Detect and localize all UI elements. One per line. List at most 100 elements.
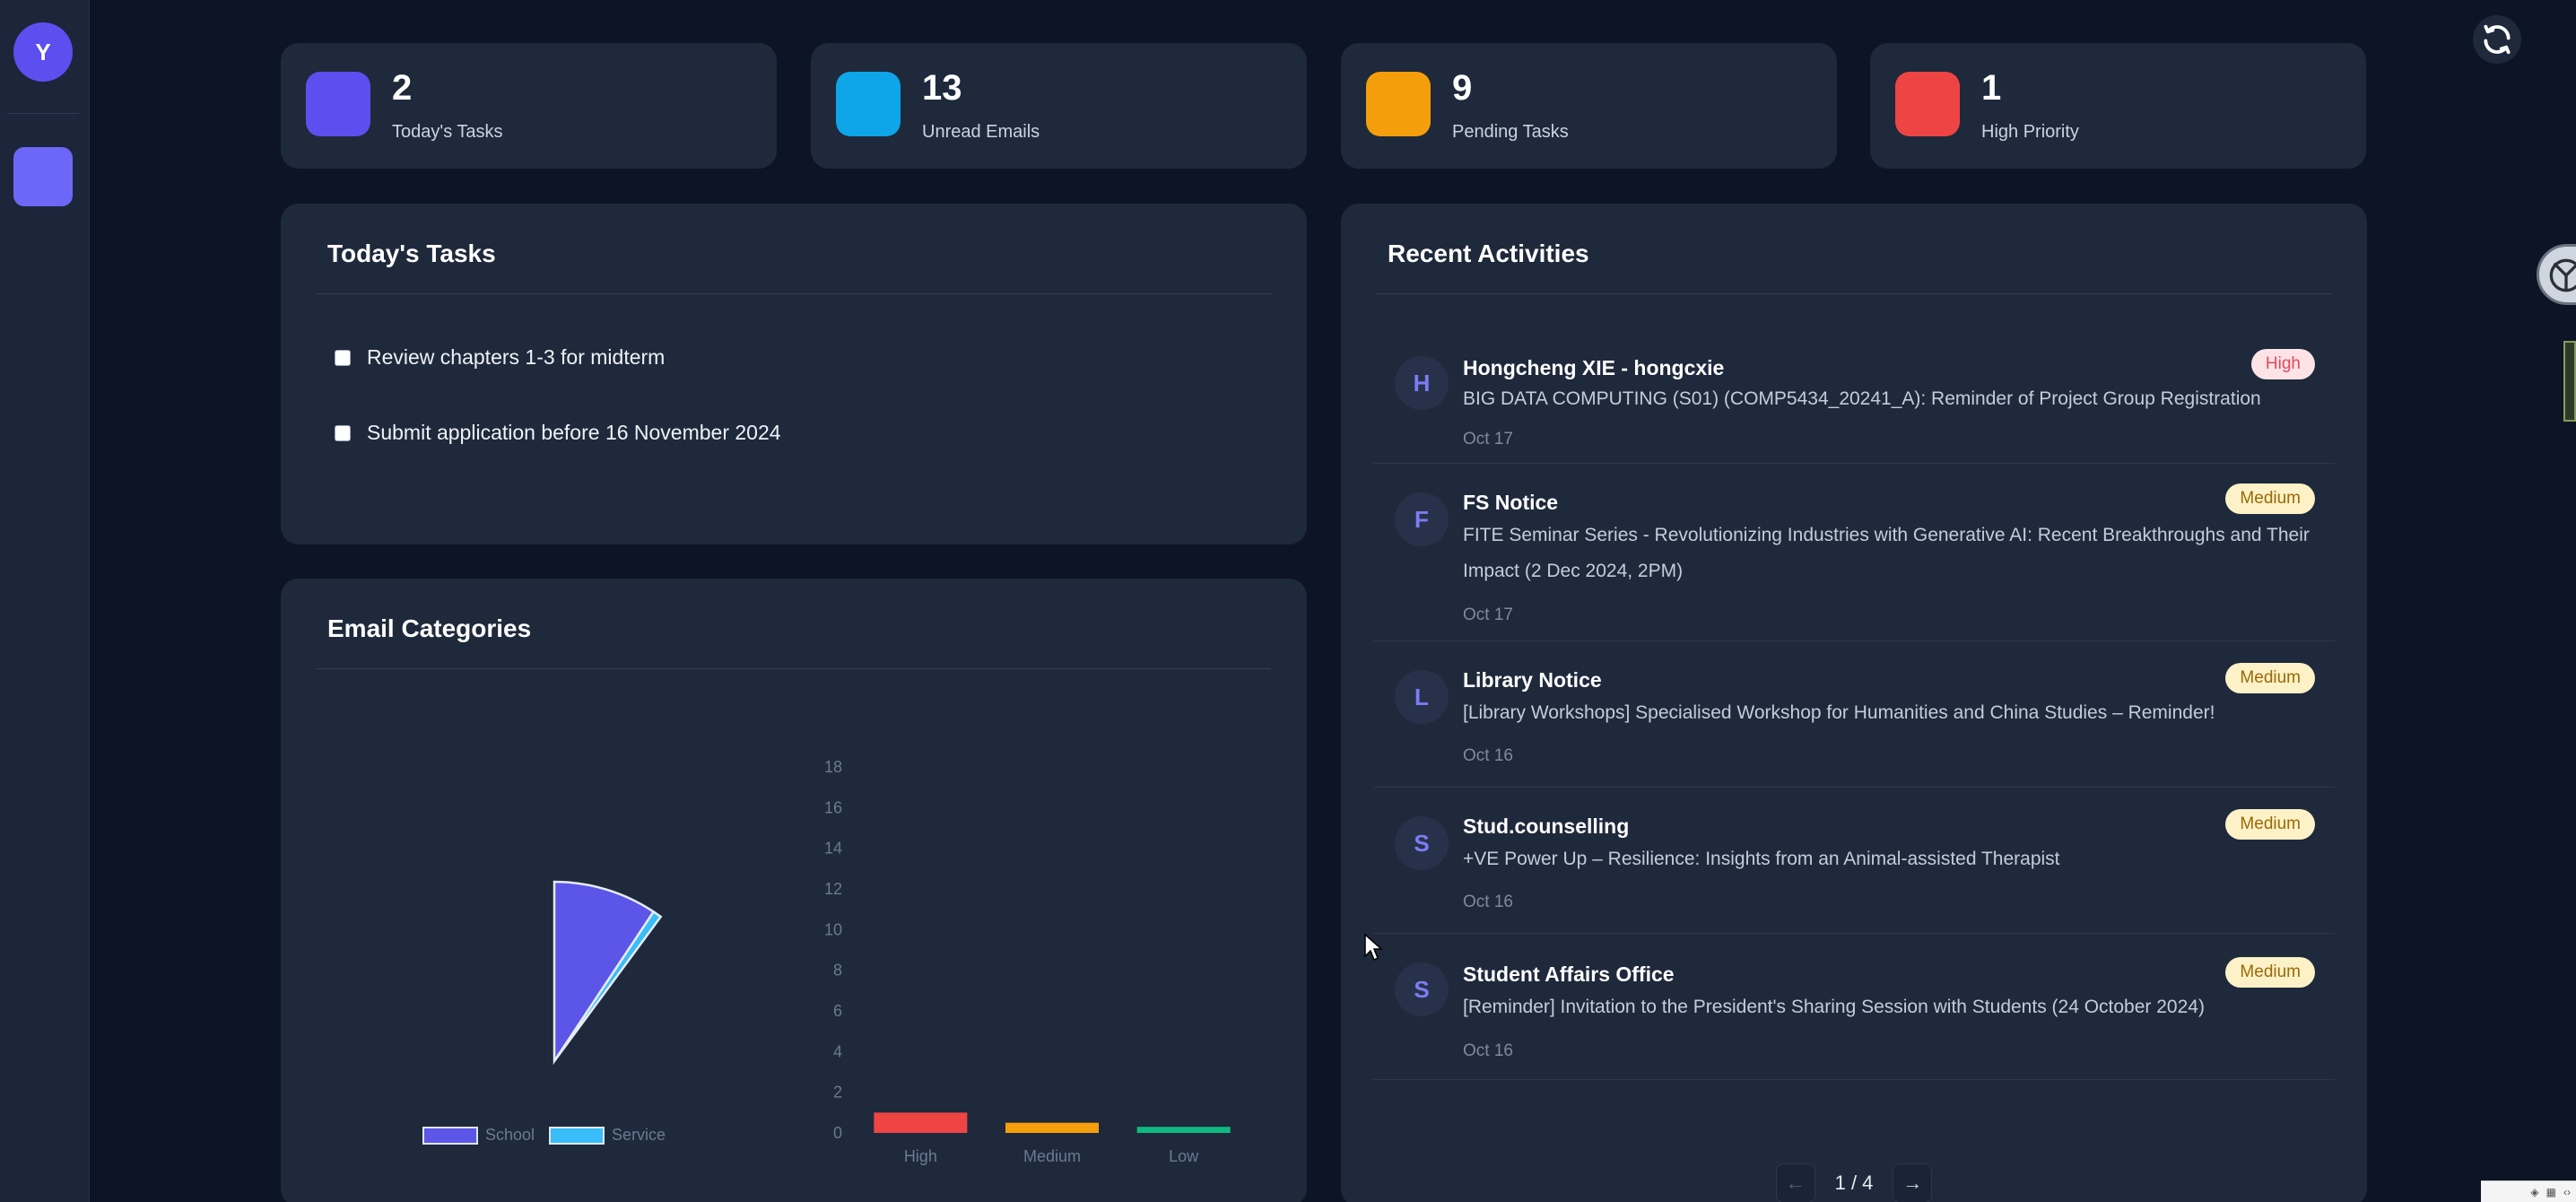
user-avatar[interactable]: Y [13,22,73,82]
priority-bar-chart: 0 2 4 6 8 10 12 14 16 18 High Medium Low [824,758,1231,1165]
divider [317,293,1271,294]
task-checkbox[interactable] [335,424,351,441]
bar-medium[interactable] [1005,1122,1099,1133]
tasks-icon [306,72,370,136]
tray-app-icon[interactable]: ◈ [2530,1186,2538,1198]
priority-icon [1895,72,1960,136]
stat-label: Pending Tasks [1452,122,1569,142]
page-indicator: 1 / 4 [1834,1172,1874,1194]
email-subject: FITE Seminar Series - Revolutionizing In… [1463,525,2310,581]
x-tick-label: High [904,1147,937,1165]
activity-item[interactable]: S Student Affairs Office [Reminder] Invi… [1373,934,2335,1080]
prev-page-button[interactable]: ← [1775,1163,1815,1202]
sender-name: FS Notice [1463,491,1559,514]
browser-extension-widget[interactable] [2537,244,2576,305]
activity-item[interactable]: L Library Notice [Library Workshops] Spe… [1373,641,2335,788]
sender-avatar: F [1395,492,1449,546]
pie-slice-school[interactable] [553,880,656,1066]
side-panel-handle[interactable] [2563,341,2576,422]
bar-high[interactable] [874,1112,968,1133]
legend-swatch-service[interactable] [549,1126,605,1145]
y-tick-label: 0 [833,1124,842,1142]
y-tick-label: 6 [833,1002,842,1020]
stat-value: 2 [392,68,413,108]
task-item: Submit application before 16 November 20… [335,421,781,445]
email-categories-card: Email Categories School Service 0 2 4 6 8 10 1… [281,579,1307,1202]
pie-legend: School Service [422,1126,666,1145]
card-title: Email Categories [327,614,532,642]
stat-value: 1 [1981,68,2002,108]
sender-avatar: S [1395,962,1449,1016]
legend-label-service[interactable]: Service [612,1126,666,1145]
x-tick-label: Low [1169,1147,1199,1165]
card-title: Recent Activities [1388,240,1589,267]
priority-badge: Medium [2225,809,2315,840]
sidebar-item-dashboard[interactable] [13,147,73,206]
task-label: Review chapters 1-3 for midterm [367,345,666,369]
stat-card-pending-tasks[interactable]: 9 Pending Tasks [1341,43,1837,169]
stat-label: Today's Tasks [392,122,503,142]
email-date: Oct 16 [1463,893,1513,911]
extension-logo-icon [2549,258,2576,292]
email-date: Oct 17 [1463,605,1513,624]
email-subject: BIG DATA COMPUTING (S01) (COMP5434_20241… [1463,388,2261,409]
next-page-button[interactable]: → [1893,1163,1933,1202]
refresh-icon [2484,24,2511,55]
legend-label-school[interactable]: School [485,1126,535,1145]
email-icon [836,72,901,136]
email-subject: +VE Power Up – Resilience: Insights from… [1463,849,2060,869]
divider [317,668,1271,669]
sender-name: Library Notice [1463,668,1602,692]
bar-low[interactable] [1136,1127,1231,1133]
stat-label: Unread Emails [922,122,1040,142]
activity-item[interactable]: H Hongcheng XIE - hongcxie BIG DATA COMP… [1373,329,2335,464]
sender-avatar: S [1395,816,1449,870]
task-label: Submit application before 16 November 20… [367,421,781,444]
y-tick-label: 10 [824,920,842,938]
y-tick-label: 4 [833,1042,842,1060]
todays-tasks-card: Today's Tasks Review chapters 1-3 for mi… [281,204,1307,544]
sidebar-divider [7,113,79,114]
sender-avatar: L [1395,670,1449,724]
email-date: Oct 17 [1463,430,1513,449]
y-tick-label: 8 [833,962,842,980]
sender-avatar: H [1395,356,1449,410]
y-tick-label: 12 [824,880,842,898]
sender-name: Student Affairs Office [1463,962,1675,986]
email-date: Oct 16 [1463,1041,1513,1060]
pending-icon [1366,72,1431,136]
system-tray: ◈ ▦ ‹› [2481,1180,2576,1202]
x-tick-label: Medium [1023,1147,1081,1165]
priority-badge: High [2250,349,2315,379]
stat-value: 13 [922,68,962,108]
stat-card-high-priority[interactable]: 1 High Priority [1870,43,2366,169]
activity-item[interactable]: S Stud.counselling +VE Power Up – Resili… [1373,788,2335,934]
y-tick-label: 14 [824,840,842,858]
email-subject: [Library Workshops] Specialised Workshop… [1463,702,2215,723]
sender-name: Stud.counselling [1463,814,1630,838]
email-subject: [Reminder] Invitation to the President's… [1463,997,2205,1017]
y-tick-label: 2 [833,1084,842,1102]
stat-card-unread-emails[interactable]: 13 Unread Emails [811,43,1307,169]
priority-badge: Medium [2225,957,2315,988]
recent-activities-card: Recent Activities H Hongcheng XIE - hong… [1341,204,2367,1202]
tray-chevron-icon[interactable]: ‹› [2563,1186,2571,1198]
card-title: Today's Tasks [327,240,496,267]
y-tick-label: 16 [824,798,842,816]
priority-badge: Medium [2225,483,2315,514]
stat-value: 9 [1452,68,1473,108]
y-tick-label: 18 [824,758,842,776]
priority-badge: Medium [2225,663,2315,693]
activity-item[interactable]: F FS Notice FITE Seminar Series - Revolu… [1373,464,2335,641]
legend-swatch-school[interactable] [422,1126,478,1145]
task-checkbox[interactable] [335,349,351,366]
mouse-cursor-icon [1364,933,1383,962]
refresh-button[interactable] [2473,15,2521,64]
task-item: Review chapters 1-3 for midterm [335,345,665,370]
tray-grid-icon[interactable]: ▦ [2546,1186,2556,1198]
sidebar: Y [0,0,90,1202]
stat-card-todays-tasks[interactable]: 2 Today's Tasks [281,43,777,169]
divider [1377,293,2331,294]
email-date: Oct 16 [1463,746,1513,765]
pagination: ← 1 / 4 → [1341,1163,2367,1202]
